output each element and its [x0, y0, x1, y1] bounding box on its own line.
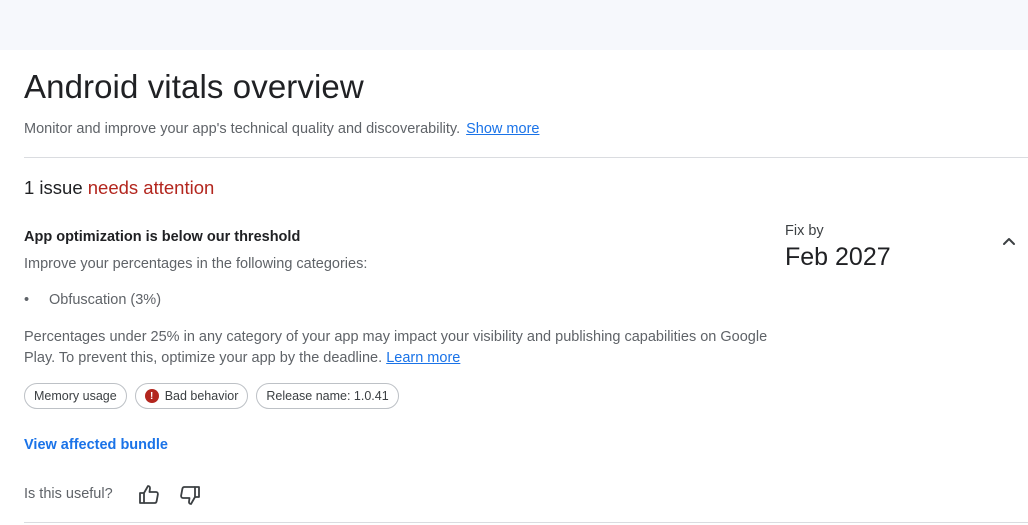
issue-description: Improve your percentages in the followin…: [24, 256, 368, 272]
error-icon: !: [144, 389, 159, 403]
view-affected-bundle-link[interactable]: View affected bundle: [24, 437, 168, 453]
fix-by-date: Feb 2027: [785, 243, 891, 271]
chevron-up-icon[interactable]: [998, 230, 1020, 252]
needs-attention-label: needs attention: [87, 177, 215, 198]
thumbs-down-icon[interactable]: [178, 483, 202, 507]
bullet-dot: •: [24, 292, 30, 308]
bottom-divider: [24, 522, 1028, 523]
bad-behavior-chip-label: Bad behavior: [164, 389, 239, 403]
thumbs-up-icon[interactable]: [137, 483, 161, 507]
issue-count: 1 issue: [24, 177, 83, 198]
top-divider: [24, 157, 1028, 158]
show-more-link[interactable]: Show more: [466, 121, 539, 137]
category-list-item: • Obfuscation (3%): [24, 292, 161, 308]
release-name-chip[interactable]: Release name: 1.0.41: [256, 383, 399, 409]
issues-summary: 1 issue needs attention: [24, 177, 214, 199]
learn-more-link[interactable]: Learn more: [386, 350, 460, 366]
issue-chips: Memory usage ! Bad behavior Release name…: [24, 383, 399, 409]
fix-by-label: Fix by: [785, 223, 824, 239]
feedback-question: Is this useful?: [24, 486, 113, 502]
memory-usage-chip[interactable]: Memory usage: [24, 383, 127, 409]
release-name-chip-label: Release name: 1.0.41: [266, 389, 389, 403]
bad-behavior-chip[interactable]: ! Bad behavior: [134, 383, 249, 409]
issue-paragraph: Percentages under 25% in any category of…: [24, 327, 784, 369]
category-text: Obfuscation (3%): [49, 292, 162, 308]
page-subtitle: Monitor and improve your app's technical…: [24, 121, 539, 137]
subtitle-text: Monitor and improve your app's technical…: [24, 121, 461, 137]
issue-title: App optimization is below our threshold: [24, 229, 301, 245]
memory-usage-chip-label: Memory usage: [34, 389, 117, 403]
page-title: Android vitals overview: [24, 68, 364, 105]
top-banner-area: [0, 0, 1028, 50]
